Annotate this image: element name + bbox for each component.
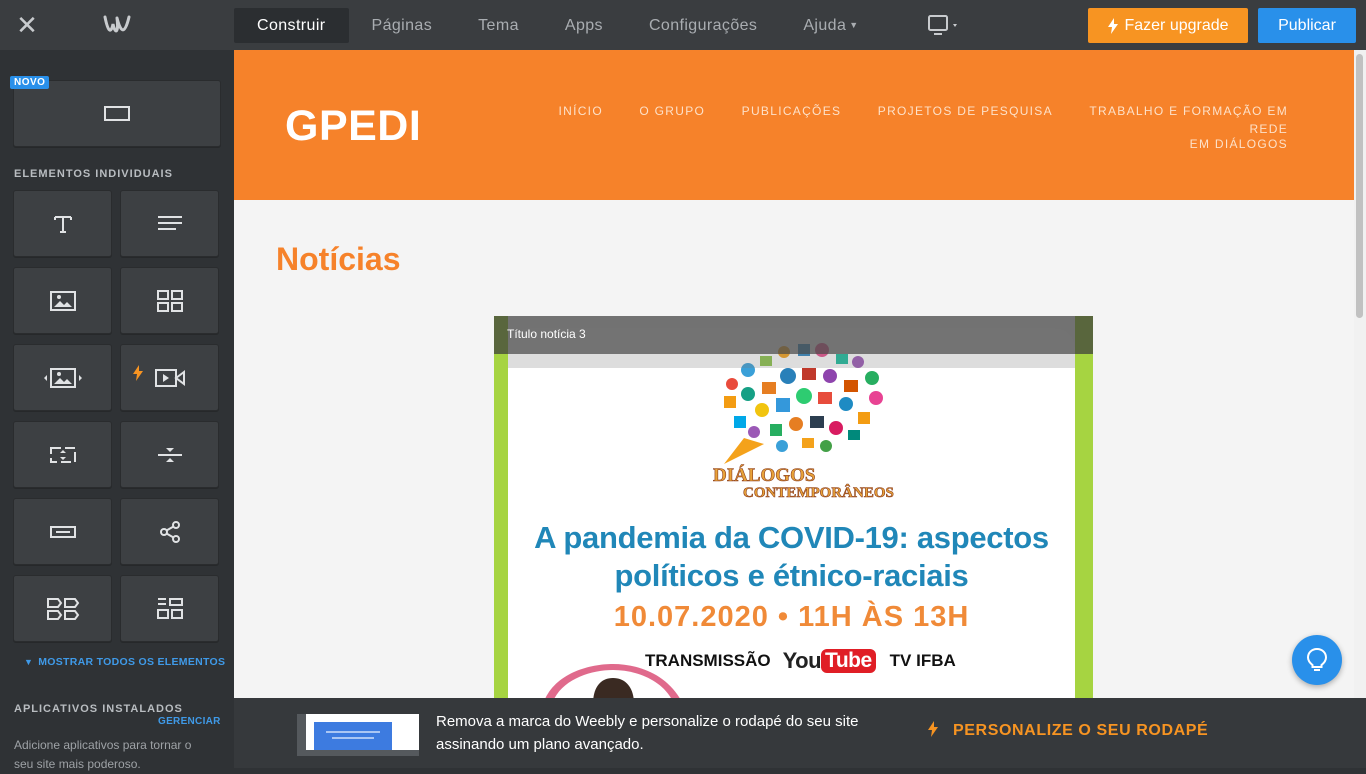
title-element-tile[interactable] xyxy=(13,190,112,257)
flyer-date: 10.07.2020 • 11H ÀS 13H xyxy=(613,601,970,633)
divider-element-tile[interactable] xyxy=(120,421,219,488)
nav-ajuda-label: Ajuda xyxy=(803,17,847,34)
publish-button[interactable]: Publicar xyxy=(1258,8,1356,43)
slide-caption[interactable]: Título notícia 3 xyxy=(507,327,586,341)
site-header[interactable]: GPEDI INÍCIO O GRUPO PUBLICAÇÕES PROJETO… xyxy=(234,50,1354,200)
nav-construir[interactable]: Construir xyxy=(234,8,349,43)
upgrade-button[interactable]: Fazer upgrade xyxy=(1088,8,1248,43)
text-element-tile[interactable] xyxy=(120,190,219,257)
individual-elements-heading: ELEMENTOS INDIVIDUAIS xyxy=(14,168,173,180)
image-icon xyxy=(49,290,76,311)
site-nav: INÍCIO O GRUPO PUBLICAÇÕES PROJETOS DE P… xyxy=(488,102,1288,168)
site-nav-o-grupo[interactable]: O GRUPO xyxy=(639,104,705,118)
social-element-tile[interactable] xyxy=(120,498,219,565)
image-element-tile[interactable] xyxy=(13,267,112,334)
main-nav: Construir Páginas Tema Apps Configuraçõe… xyxy=(234,8,882,43)
installed-apps-heading: APLICATIVOS INSTALADOS xyxy=(14,703,183,715)
speaker-photo xyxy=(545,664,680,698)
logo-word-contemporaneos: CONTEMPORÂNEOS xyxy=(743,484,894,501)
show-all-elements-link[interactable]: ▼ MOSTRAR TODOS OS ELEMENTOS xyxy=(24,656,225,668)
close-icon[interactable]: ✕ xyxy=(14,12,40,39)
share-icon xyxy=(159,520,180,543)
layout-icon xyxy=(156,597,183,619)
news-slideshow[interactable]: DIÁLOGOS CONTEMPORÂNEOS A pandemia da CO… xyxy=(494,316,1093,698)
lightbulb-icon xyxy=(1306,647,1328,671)
dialogos-contemporaneos-logo: DIÁLOGOS CONTEMPORÂNEOS xyxy=(713,464,894,502)
nav-apps[interactable]: Apps xyxy=(542,8,626,43)
footer-banner-text: Remova a marca do Weebly e personalize o… xyxy=(436,713,859,753)
spacer-element-tile[interactable] xyxy=(13,421,112,488)
caption-overlay xyxy=(508,328,1075,368)
slideshow-icon xyxy=(43,367,82,388)
site-nav-em-dialogos[interactable]: EM DIÁLOGOS xyxy=(1190,137,1288,151)
apps-description: Adicione aplicativos para tornar o seu s… xyxy=(14,738,192,771)
section-element-tile[interactable] xyxy=(13,80,221,147)
flyer-title-line2: políticos e étnico-raciais xyxy=(614,558,969,593)
flyer-transmission: TRANSMISSÃO You Tube TV IFBA xyxy=(645,648,956,674)
divider-icon xyxy=(157,447,182,462)
lightning-icon xyxy=(1108,17,1119,34)
site-canvas[interactable]: GPEDI INÍCIO O GRUPO PUBLICAÇÕES PROJETO… xyxy=(234,50,1354,698)
help-tips-button[interactable] xyxy=(1292,635,1342,685)
triangle-down-icon: ▼ xyxy=(24,657,34,667)
lightning-icon xyxy=(133,365,143,381)
caret-down-icon: ▼ xyxy=(849,20,859,30)
youtube-logo-tube: Tube xyxy=(821,649,876,673)
footer-preview-thumbnail xyxy=(297,714,419,756)
lightning-icon xyxy=(928,721,938,737)
manage-apps-link[interactable]: GERENCIAR xyxy=(158,716,221,727)
nav-configuracoes[interactable]: Configurações xyxy=(626,8,780,43)
flyer-title-line1: A pandemia da COVID-19: aspectos xyxy=(534,520,1049,555)
logo-word-dialogos: DIÁLOGOS xyxy=(713,464,815,486)
channel-label: TV IFBA xyxy=(889,651,956,670)
scrollbar-thumb[interactable] xyxy=(1356,54,1363,318)
youtube-logo-you: You xyxy=(782,648,822,673)
layout-element-tile[interactable] xyxy=(120,575,219,642)
weebly-logo-icon[interactable] xyxy=(103,12,131,38)
elements-sidebar: NOVO ELEMENTOS INDIVIDUAIS ▼ MOSTRAR TOD… xyxy=(0,50,234,771)
thumb-blue xyxy=(314,722,392,750)
gallery-element-tile[interactable] xyxy=(120,267,219,334)
button-icon xyxy=(49,525,76,538)
nav-ajuda[interactable]: Ajuda ▼ xyxy=(780,8,881,43)
nav-tema[interactable]: Tema xyxy=(455,8,542,43)
paragraph-icon xyxy=(157,215,182,230)
footer-upgrade-banner: Remova a marca do Weebly e personalize o… xyxy=(234,698,1366,768)
desktop-preview-icon[interactable] xyxy=(924,13,964,39)
site-nav-inicio[interactable]: INÍCIO xyxy=(558,104,602,118)
video-icon xyxy=(154,368,185,387)
site-nav-projetos[interactable]: PROJETOS DE PESQUISA xyxy=(878,104,1053,118)
upgrade-label: Fazer upgrade xyxy=(1124,16,1229,34)
customize-footer-label: PERSONALIZE O SEU RODAPÉ xyxy=(953,722,1209,739)
show-all-label: MOSTRAR TODOS OS ELEMENTOS xyxy=(38,656,226,668)
nav-paginas[interactable]: Páginas xyxy=(349,8,456,43)
spacer-icon xyxy=(49,446,76,463)
form-element-tile[interactable] xyxy=(13,575,112,642)
slideshow-element-tile[interactable] xyxy=(13,344,112,411)
video-element-tile[interactable] xyxy=(120,344,219,411)
form-icon xyxy=(46,597,79,620)
site-logo[interactable]: GPEDI xyxy=(285,102,421,151)
slide-image: DIÁLOGOS CONTEMPORÂNEOS A pandemia da CO… xyxy=(508,316,1075,698)
text-t-icon xyxy=(53,215,72,233)
new-badge: NOVO xyxy=(10,76,50,89)
gallery-icon xyxy=(156,289,183,312)
site-nav-trabalho[interactable]: TRABALHO E FORMAÇÃO EM REDE xyxy=(1089,104,1288,136)
section-icon xyxy=(104,105,130,121)
button-element-tile[interactable] xyxy=(13,498,112,565)
top-bar: ✕ Construir Páginas Tema Apps Configuraç… xyxy=(0,0,1366,50)
site-nav-publicacoes[interactable]: PUBLICAÇÕES xyxy=(742,104,842,118)
page-heading[interactable]: Notícias xyxy=(276,241,400,278)
customize-footer-link[interactable]: PERSONALIZE O SEU RODAPÉ xyxy=(927,721,1208,740)
thumb-lines xyxy=(326,731,380,739)
